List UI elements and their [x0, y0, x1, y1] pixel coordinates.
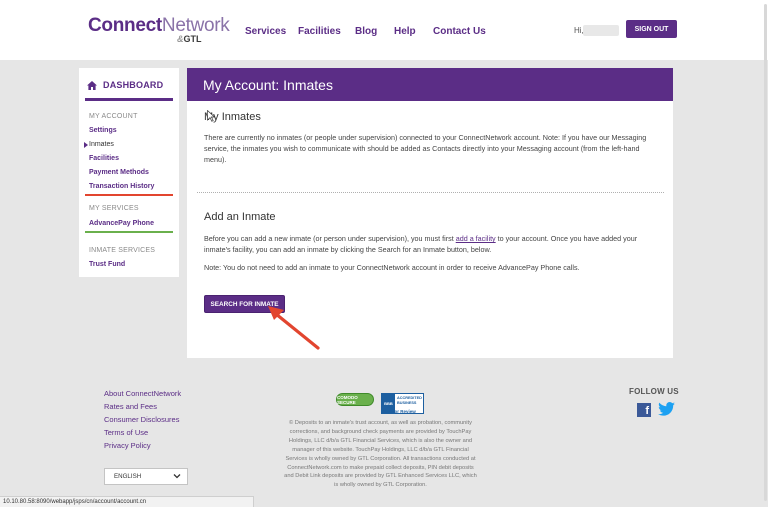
- sidebar-item-settings[interactable]: Settings: [89, 127, 117, 134]
- connectnetwork-logo[interactable]: ConnectNetwork &GTL: [88, 15, 230, 45]
- user-name-redacted: [583, 25, 619, 36]
- comodo-secure-badge[interactable]: COMODO SECURE: [336, 393, 374, 406]
- scrollbar-thumb[interactable]: [764, 4, 767, 501]
- footer-link-rates[interactable]: Rates and Fees: [104, 400, 181, 413]
- bbb-accredited-text: ACCREDITED BUSINESS: [397, 396, 422, 405]
- bbb-click-review[interactable]: Click for Review: [381, 409, 416, 414]
- browser-status-bar: 10.10.80.58:8090/webapp/jsps/cn/account/…: [0, 496, 254, 507]
- main-panel: My Account: Inmates My Inmates There are…: [187, 68, 673, 358]
- sidebar-item-advancepay-phone[interactable]: AdvancePay Phone: [89, 220, 154, 227]
- logo-network-text: Network: [161, 15, 230, 36]
- sidebar-divider-green: [85, 231, 173, 233]
- footer-link-terms[interactable]: Terms of Use: [104, 426, 181, 439]
- dashboard-label: DASHBOARD: [103, 80, 164, 90]
- sidebar-divider-purple: [85, 98, 173, 101]
- my-services-heading: MY SERVICES: [89, 205, 139, 212]
- my-account-heading: MY ACCOUNT: [89, 113, 138, 120]
- site-header: ConnectNetwork &GTL Services Facilities …: [0, 0, 768, 60]
- logo-gtl-text: GTL: [183, 34, 202, 44]
- page-title: My Account: Inmates: [203, 77, 333, 93]
- sidebar-item-facilities[interactable]: Facilities: [89, 155, 119, 162]
- main-header-bar: My Account: Inmates: [187, 68, 673, 101]
- footer-link-privacy[interactable]: Privacy Policy: [104, 439, 181, 452]
- language-select[interactable]: ENGLISH: [104, 468, 188, 485]
- sidebar-item-trust-fund[interactable]: Trust Fund: [89, 261, 125, 268]
- nav-facilities[interactable]: Facilities: [298, 26, 341, 37]
- nav-blog[interactable]: Blog: [355, 26, 377, 37]
- nav-services[interactable]: Services: [245, 26, 286, 37]
- nav-help[interactable]: Help: [394, 26, 416, 37]
- section-divider: [197, 192, 664, 193]
- dashboard-link[interactable]: DASHBOARD: [87, 80, 163, 90]
- add-inmate-heading: Add an Inmate: [204, 211, 276, 223]
- annotation-arrow-icon: [268, 306, 320, 350]
- inmate-services-heading: INMATE SERVICES: [89, 247, 156, 254]
- sidebar-item-transaction-history[interactable]: Transaction History: [89, 183, 154, 190]
- add-inmate-text: Before you can add a new inmate (or pers…: [204, 233, 659, 255]
- footer-link-about[interactable]: About ConnectNetwork: [104, 387, 181, 400]
- sidebar-item-inmates[interactable]: Inmates: [89, 141, 114, 148]
- add-facility-link[interactable]: add a facility: [456, 234, 496, 243]
- logo-gtl-mark: &GTL: [177, 34, 202, 44]
- twitter-icon[interactable]: [658, 402, 675, 416]
- home-icon: [87, 80, 97, 90]
- account-sidebar: DASHBOARD MY ACCOUNT Settings Inmates Fa…: [79, 68, 179, 277]
- footer-links: About ConnectNetwork Rates and Fees Cons…: [104, 387, 181, 452]
- follow-us-heading: FOLLOW US: [629, 387, 679, 396]
- note-text: Note: You do not need to add an inmate t…: [204, 263, 580, 272]
- facebook-icon[interactable]: f: [637, 403, 651, 417]
- my-inmates-text: There are currently no inmates (or peopl…: [204, 133, 647, 164]
- add-text-before: Before you can add a new inmate (or pers…: [204, 234, 456, 243]
- sign-out-button[interactable]: SIGN OUT: [626, 20, 677, 38]
- sidebar-divider-red: [85, 194, 173, 196]
- legal-disclaimer: © Deposits to an inmate's trust account,…: [284, 420, 477, 489]
- active-item-caret-icon: [84, 142, 88, 148]
- logo-connect-text: Connect: [88, 15, 162, 36]
- language-value: ENGLISH: [114, 473, 142, 480]
- nav-contact-us[interactable]: Contact Us: [433, 26, 486, 37]
- sidebar-item-payment-methods[interactable]: Payment Methods: [89, 169, 149, 176]
- chevron-down-icon: [173, 474, 181, 479]
- page-scrollbar[interactable]: [762, 0, 768, 507]
- footer-link-disclosures[interactable]: Consumer Disclosures: [104, 413, 181, 426]
- mouse-cursor-icon: [207, 110, 215, 122]
